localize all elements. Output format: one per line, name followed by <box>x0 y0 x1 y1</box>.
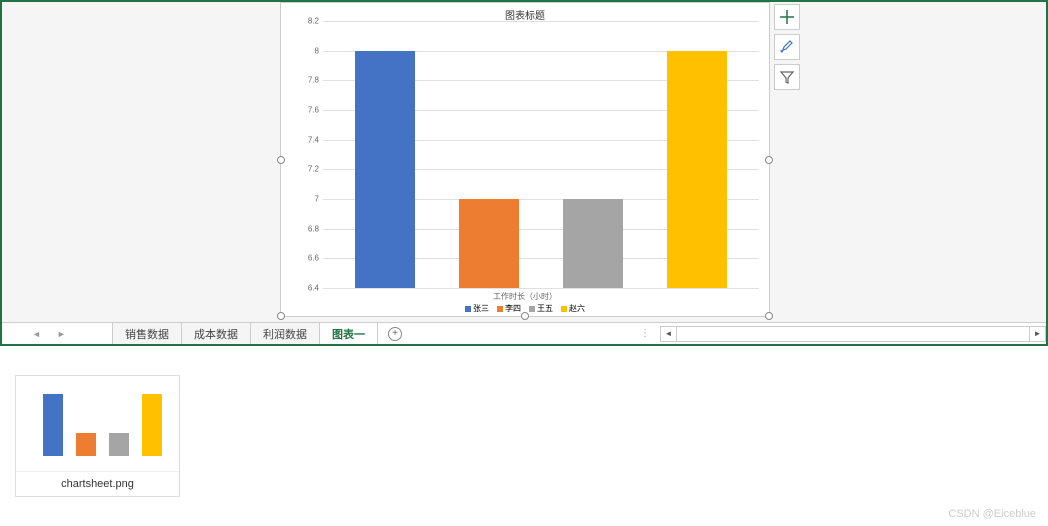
legend-color-box <box>561 306 567 312</box>
y-tick-label: 6.8 <box>308 224 319 233</box>
filter-icon <box>779 69 795 85</box>
y-tick-label: 7 <box>315 195 319 204</box>
legend-label: 赵六 <box>569 303 585 314</box>
y-tick-label: 7.4 <box>308 135 319 144</box>
sheet-tab[interactable]: 图表一 <box>320 323 378 344</box>
horizontal-scrollbar[interactable]: ◄ ► <box>660 326 1046 342</box>
plus-circle-icon: + <box>388 327 402 341</box>
scroll-right-button[interactable]: ► <box>1029 327 1045 341</box>
thumb-bar <box>142 394 162 456</box>
tab-nav: ◄ ► <box>2 323 112 344</box>
sheet-tab[interactable]: 成本数据 <box>182 323 251 344</box>
thumb-bar <box>76 433 96 456</box>
sheet-tab[interactable]: 销售数据 <box>112 323 182 344</box>
chart-quick-actions <box>774 4 800 90</box>
chart-elements-button[interactable] <box>774 4 800 30</box>
file-thumbnail[interactable]: chartsheet.png <box>15 375 180 497</box>
chart-bars <box>323 21 759 288</box>
chart-bar[interactable] <box>563 199 623 288</box>
chart-filters-button[interactable] <box>774 64 800 90</box>
scroll-region: ⋮ ◄ ► <box>630 323 1046 344</box>
watermark-text: CSDN @Eiceblue <box>948 508 1036 520</box>
chart-sheet-area: 图表标题 6.46.66.877.27.47.67.888.2 工作时长（小时）… <box>2 2 1046 322</box>
excel-window: 图表标题 6.46.66.877.27.47.67.888.2 工作时长（小时）… <box>0 0 1048 346</box>
y-tick-label: 8.2 <box>308 17 319 26</box>
tab-nav-prev[interactable]: ◄ <box>32 329 41 339</box>
thumbnail-filename: chartsheet.png <box>16 472 179 496</box>
tab-splitter[interactable]: ⋮ <box>630 328 660 339</box>
selection-handle[interactable] <box>765 156 773 164</box>
scroll-track[interactable] <box>677 327 1029 341</box>
sheet-tab-bar: ◄ ► 销售数据成本数据利润数据图表一 + ⋮ ◄ ► <box>2 322 1046 344</box>
chart-styles-button[interactable] <box>774 34 800 60</box>
brush-icon <box>779 39 795 55</box>
selection-handle[interactable] <box>277 312 285 320</box>
legend-label: 张三 <box>473 303 489 314</box>
y-tick-label: 7.6 <box>308 106 319 115</box>
legend-item[interactable]: 张三 <box>465 303 489 314</box>
chart-bar[interactable] <box>355 51 415 288</box>
sheet-tabs: 销售数据成本数据利润数据图表一 <box>112 323 378 344</box>
chart-object[interactable]: 图表标题 6.46.66.877.27.47.67.888.2 工作时长（小时）… <box>280 2 770 317</box>
y-axis: 6.46.66.877.27.47.67.888.2 <box>301 21 321 288</box>
thumbnail-preview <box>16 376 179 472</box>
legend-item[interactable]: 王五 <box>529 303 553 314</box>
grid-line <box>323 288 759 289</box>
plot-area: 6.46.66.877.27.47.67.888.2 <box>301 21 759 288</box>
plus-icon <box>779 9 795 25</box>
file-thumbnail-area: chartsheet.png <box>15 375 180 497</box>
selection-handle[interactable] <box>765 312 773 320</box>
selection-handle[interactable] <box>277 156 285 164</box>
add-sheet-button[interactable]: + <box>378 323 412 344</box>
legend-color-box <box>465 306 471 312</box>
y-tick-label: 6.6 <box>308 254 319 263</box>
tab-nav-next[interactable]: ► <box>57 329 66 339</box>
legend-color-box <box>529 306 535 312</box>
legend-item[interactable]: 李四 <box>497 303 521 314</box>
x-axis-label: 工作时长（小时） <box>281 291 769 302</box>
legend-color-box <box>497 306 503 312</box>
scroll-left-button[interactable]: ◄ <box>661 327 677 341</box>
y-tick-label: 7.8 <box>308 76 319 85</box>
legend-label: 王五 <box>537 303 553 314</box>
thumb-bar <box>109 433 129 456</box>
chart-bar[interactable] <box>459 199 519 288</box>
legend-item[interactable]: 赵六 <box>561 303 585 314</box>
y-tick-label: 7.2 <box>308 165 319 174</box>
thumb-bar <box>43 394 63 456</box>
y-tick-label: 8 <box>315 46 319 55</box>
chart-bar[interactable] <box>667 51 727 288</box>
legend-label: 李四 <box>505 303 521 314</box>
selection-handle[interactable] <box>521 312 529 320</box>
sheet-tab[interactable]: 利润数据 <box>251 323 320 344</box>
